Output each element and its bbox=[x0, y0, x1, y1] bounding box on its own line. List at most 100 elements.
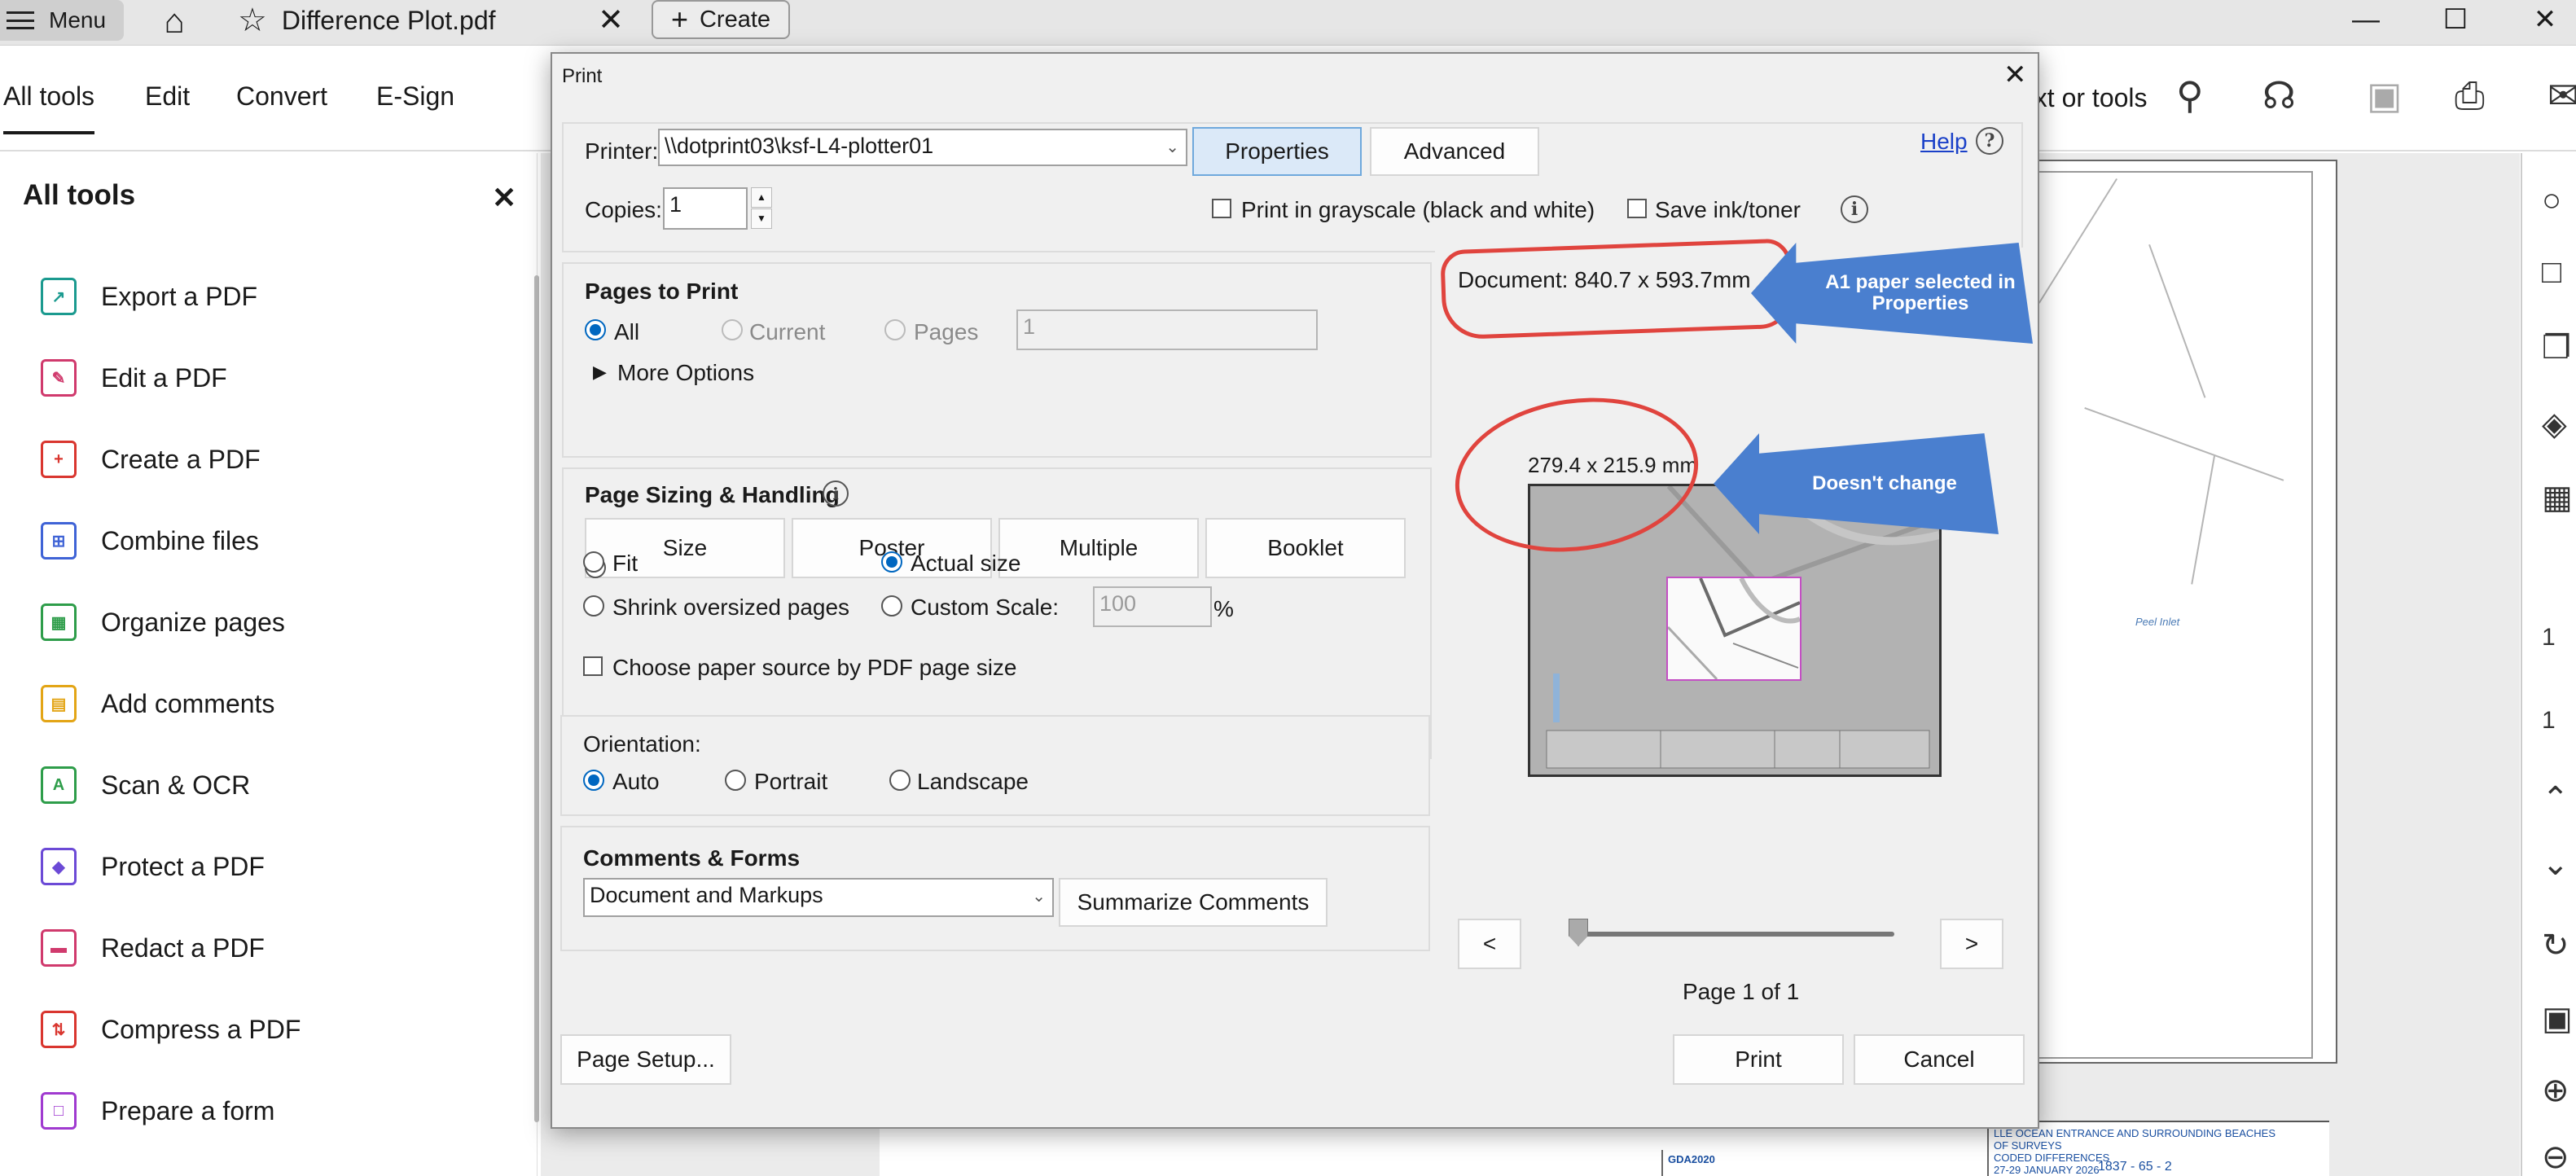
sizing-info-icon[interactable]: i bbox=[823, 480, 849, 507]
menu-button[interactable]: Menu bbox=[0, 0, 124, 41]
star-icon[interactable]: ☆ bbox=[238, 2, 267, 39]
cancel-button[interactable]: Cancel bbox=[1854, 1034, 2025, 1085]
next-page-button[interactable]: > bbox=[1940, 919, 2003, 969]
fit-page-icon[interactable]: ▣ bbox=[2542, 1000, 2573, 1038]
portrait-radio[interactable] bbox=[725, 770, 746, 791]
actual-size-radio[interactable] bbox=[881, 551, 902, 573]
panel-scrollbar[interactable] bbox=[534, 275, 539, 1122]
annotation-callout-unchanged: Doesn't change bbox=[1714, 433, 1999, 534]
tool-item-combine-files[interactable]: ⊞ Combine files bbox=[41, 516, 259, 565]
expand-triangle-icon[interactable]: ▶ bbox=[593, 362, 607, 383]
tool-item-protect-pdf[interactable]: ◆ Protect a PDF bbox=[41, 842, 265, 891]
chevron-up-icon[interactable]: ⌃ bbox=[2542, 780, 2569, 818]
fit-label: Fit bbox=[612, 551, 639, 576]
tool-item-add-comments[interactable]: ▤ Add comments bbox=[41, 679, 274, 728]
page-setup-button[interactable]: Page Setup... bbox=[560, 1034, 731, 1085]
layers-icon[interactable]: ◈ bbox=[2542, 406, 2567, 443]
all-pages-label: All bbox=[614, 319, 640, 344]
landscape-radio[interactable] bbox=[889, 770, 911, 791]
tool-item-compress-pdf[interactable]: ⇅ Compress a PDF bbox=[41, 1005, 301, 1054]
help-link[interactable]: Help bbox=[1920, 129, 1968, 155]
shrink-radio[interactable] bbox=[583, 595, 604, 617]
printer-select[interactable]: \\dotprint03\ksf-L4-plotter01 ⌄ bbox=[658, 129, 1187, 166]
copies-input[interactable]: 1 bbox=[663, 187, 748, 230]
headset-icon[interactable]: ☊ bbox=[2262, 73, 2296, 117]
grayscale-checkbox[interactable] bbox=[1212, 199, 1231, 218]
tool-item-label: Create a PDF bbox=[101, 444, 261, 474]
properties-button[interactable]: Properties bbox=[1192, 127, 1362, 176]
dialog-close-icon[interactable]: ✕ bbox=[2003, 59, 2027, 91]
mail-icon[interactable]: ✉ bbox=[2547, 73, 2576, 117]
tool-item-create-pdf[interactable]: + Create a PDF bbox=[41, 435, 261, 484]
tool-item-edit-pdf[interactable]: ✎ Edit a PDF bbox=[41, 353, 227, 402]
tool-item-export-pdf[interactable]: ↗ Export a PDF bbox=[41, 272, 257, 321]
close-window-icon[interactable]: ✕ bbox=[2500, 0, 2576, 41]
datum-label: GDA2020 bbox=[1661, 1150, 1759, 1176]
tab-edit[interactable]: Edit bbox=[145, 81, 190, 112]
custom-scale-input[interactable]: 100 bbox=[1093, 586, 1212, 627]
orientation-heading: Orientation: bbox=[583, 731, 701, 757]
maximize-icon[interactable]: ☐ bbox=[2411, 0, 2500, 41]
create-pdf-icon: + bbox=[41, 441, 77, 478]
create-button[interactable]: + Create bbox=[652, 0, 790, 39]
zoom-out-icon[interactable]: ⊖ bbox=[2542, 1139, 2569, 1176]
home-icon[interactable]: ⌂ bbox=[151, 3, 197, 39]
close-tab-icon[interactable]: ✕ bbox=[598, 2, 624, 38]
pages-range-radio[interactable] bbox=[884, 319, 906, 340]
tool-item-label: Combine files bbox=[101, 525, 259, 555]
pages-icon[interactable]: ❐ bbox=[2542, 329, 2571, 366]
info-icon[interactable]: i bbox=[1841, 195, 1868, 223]
tool-item-label: Scan & OCR bbox=[101, 770, 251, 800]
search-icon[interactable]: ⚲ bbox=[2176, 73, 2204, 117]
current-page-radio[interactable] bbox=[722, 319, 743, 340]
previous-page-button[interactable]: < bbox=[1458, 919, 1521, 969]
copies-up-icon[interactable]: ▲ bbox=[751, 187, 772, 208]
zoom-in-icon[interactable]: ⊕ bbox=[2542, 1072, 2569, 1109]
print-icon[interactable]: ⎙ bbox=[2455, 73, 2485, 119]
fit-radio[interactable] bbox=[583, 551, 604, 573]
pages-range-input[interactable]: 1 bbox=[1016, 309, 1318, 350]
tool-item-label: Prepare a form bbox=[101, 1095, 275, 1126]
portrait-label: Portrait bbox=[754, 769, 828, 794]
tool-item-redact-pdf[interactable]: ▬ Redact a PDF bbox=[41, 924, 265, 972]
tab-convert[interactable]: Convert bbox=[236, 81, 327, 112]
save-ink-checkbox[interactable] bbox=[1627, 199, 1647, 218]
page-slider-track[interactable] bbox=[1572, 932, 1894, 937]
close-panel-icon[interactable]: ✕ bbox=[492, 181, 516, 215]
multiple-button[interactable]: Multiple bbox=[998, 518, 1199, 578]
tool-item-prepare-form[interactable]: □ Prepare a form bbox=[41, 1086, 274, 1135]
advanced-button[interactable]: Advanced bbox=[1370, 127, 1539, 176]
copies-down-icon[interactable]: ▼ bbox=[751, 208, 772, 229]
more-options-toggle[interactable]: More Options bbox=[617, 360, 754, 386]
page-number-box[interactable]: 1 bbox=[2542, 624, 2556, 652]
save-icon[interactable]: ▣ bbox=[2367, 73, 2402, 117]
landscape-label: Landscape bbox=[917, 769, 1029, 794]
minimize-icon[interactable]: — bbox=[2321, 0, 2411, 41]
paper-source-checkbox[interactable] bbox=[583, 656, 603, 676]
print-button[interactable]: Print bbox=[1673, 1034, 1844, 1085]
tool-item-scan-ocr[interactable]: A Scan & OCR bbox=[41, 761, 250, 810]
prepare-form-icon: □ bbox=[41, 1092, 77, 1130]
tool-item-organize-pages[interactable]: ▦ Organize pages bbox=[41, 598, 285, 647]
compress-pdf-icon: ⇅ bbox=[41, 1011, 77, 1048]
refresh-icon[interactable]: ↻ bbox=[2542, 927, 2569, 964]
document-tab[interactable]: ☆ Difference Plot.pdf ✕ bbox=[220, 0, 643, 41]
comment-icon[interactable]: ○ bbox=[2542, 182, 2561, 219]
tab-esign[interactable]: E-Sign bbox=[376, 81, 454, 112]
comments-forms-heading: Comments & Forms bbox=[583, 845, 801, 871]
tab-all-tools[interactable]: All tools bbox=[3, 81, 95, 134]
pages-range-label: Pages bbox=[914, 319, 979, 344]
dialog-title: Print bbox=[562, 65, 603, 87]
help-question-icon[interactable]: ? bbox=[1976, 127, 2003, 155]
all-pages-radio[interactable] bbox=[585, 319, 606, 340]
auto-orientation-radio[interactable] bbox=[583, 770, 604, 791]
comments-forms-select[interactable]: Document and Markups ⌄ bbox=[583, 878, 1054, 917]
structure-icon[interactable]: ▦ bbox=[2542, 479, 2573, 516]
chevron-down-icon[interactable]: ⌄ bbox=[2542, 845, 2569, 883]
summarize-comments-button[interactable]: Summarize Comments bbox=[1059, 878, 1327, 927]
bookmark-icon[interactable]: □ bbox=[2542, 254, 2561, 291]
all-tools-panel: All tools ✕ ↗ Export a PDF ✎ Edit a PDF + Cre… bbox=[0, 153, 539, 1176]
booklet-button[interactable]: Booklet bbox=[1205, 518, 1406, 578]
custom-scale-radio[interactable] bbox=[881, 595, 902, 617]
tool-item-label: Organize pages bbox=[101, 607, 285, 637]
